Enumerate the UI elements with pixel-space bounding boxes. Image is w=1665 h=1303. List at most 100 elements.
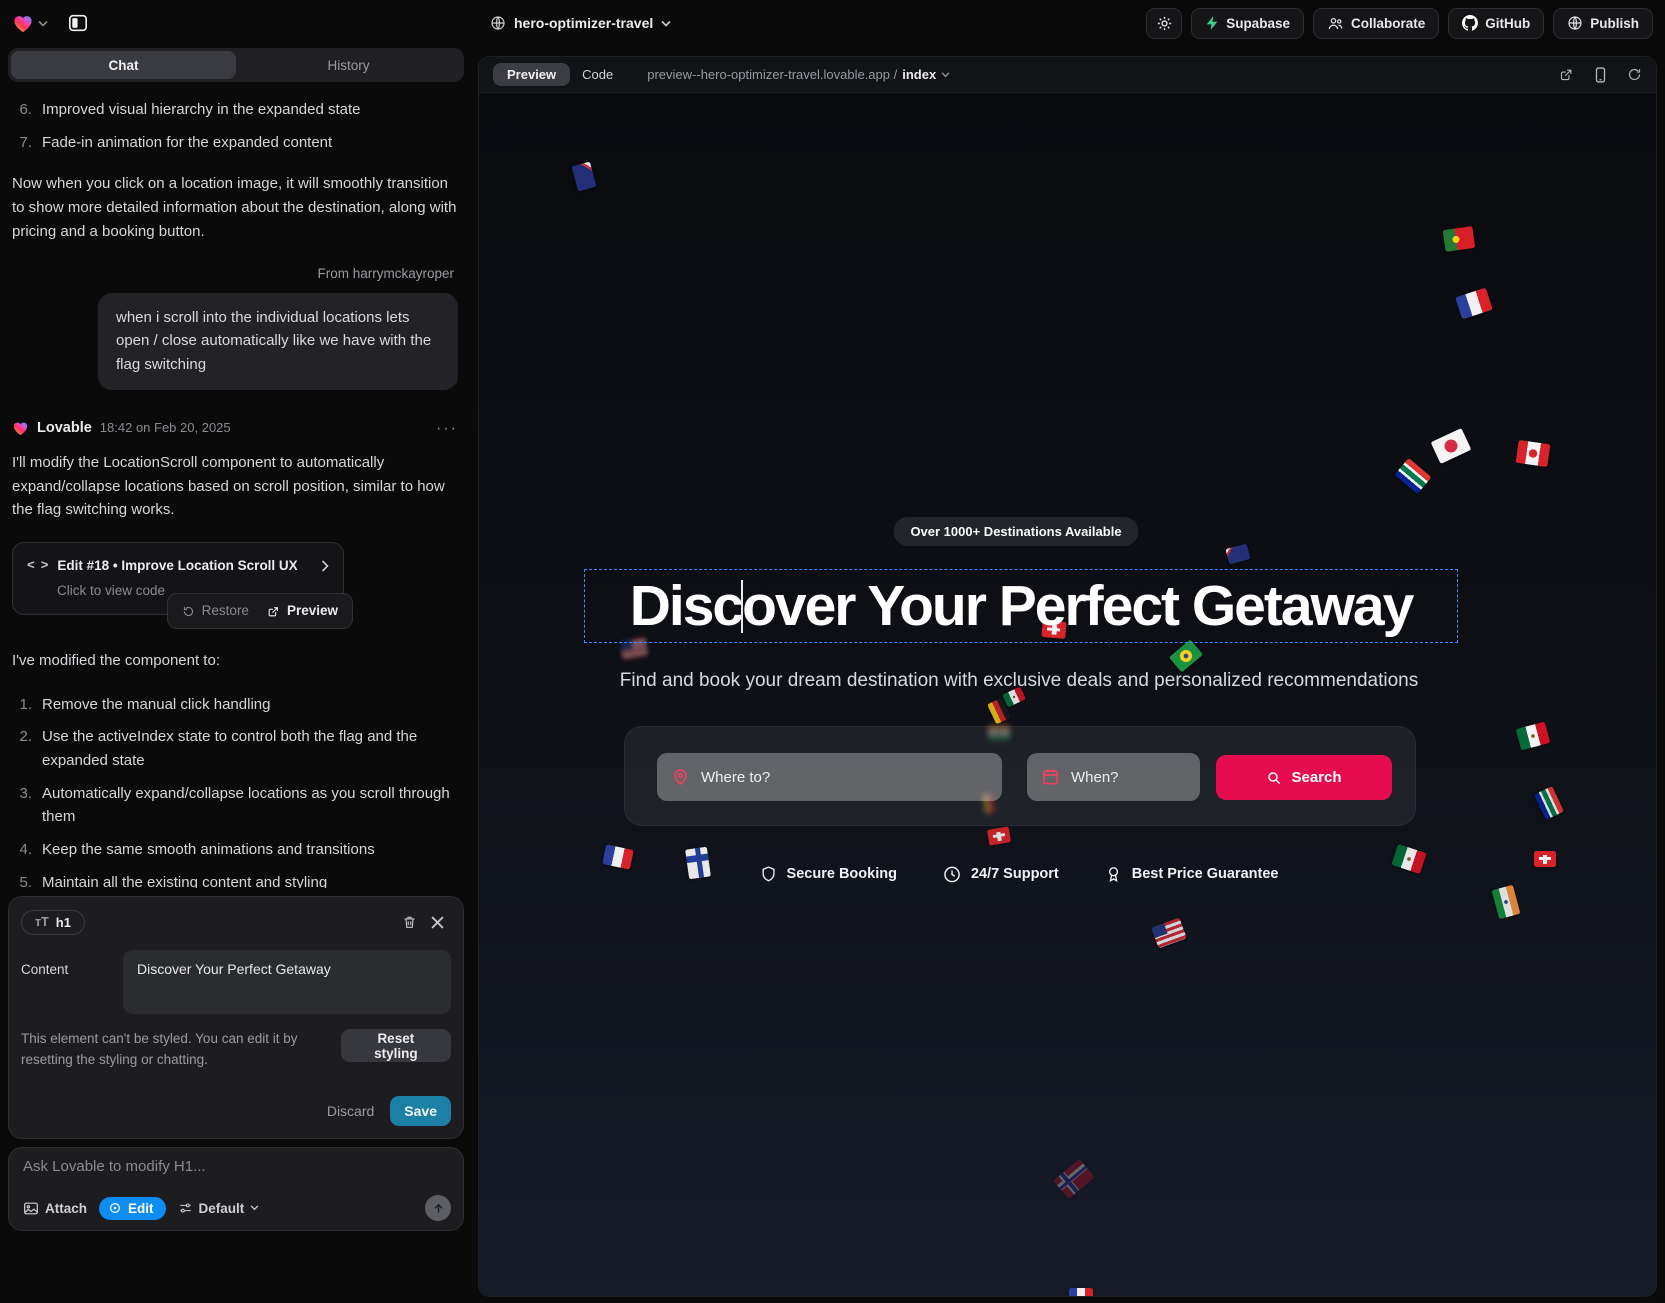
assistant-name: Lovable (37, 417, 92, 440)
close-icon (431, 916, 444, 929)
message-more-button[interactable]: ··· (436, 416, 458, 441)
preview-panel: Preview Code preview--hero-optimizer-tra… (478, 56, 1657, 1297)
text-cursor (741, 580, 743, 633)
list-item: 6. Improved visual hierarchy in the expa… (12, 98, 458, 122)
tab-preview[interactable]: Preview (493, 63, 570, 86)
edit-version-card[interactable]: < > Edit #18 • Improve Location Scroll U… (12, 542, 344, 615)
trash-icon (402, 914, 417, 930)
user-attribution: From harrymckayroper (12, 263, 458, 284)
collaborate-button[interactable]: Collaborate (1313, 8, 1439, 39)
list-number: 2. (12, 725, 32, 772)
send-button[interactable] (425, 1195, 451, 1221)
list-item: 7. Fade-in animation for the expanded co… (12, 131, 458, 155)
message-timestamp: 18:42 on Feb 20, 2025 (100, 418, 231, 439)
search-button[interactable]: Search (1216, 755, 1392, 800)
assistant-paragraph: Now when you click on a location image, … (12, 172, 458, 243)
tab-code[interactable]: Code (582, 67, 613, 82)
reset-styling-button[interactable]: Reset styling (341, 1029, 451, 1062)
discard-button[interactable]: Discard (327, 1103, 374, 1119)
supabase-label: Supabase (1226, 16, 1290, 31)
tab-chat[interactable]: Chat (11, 51, 236, 79)
project-name: hero-optimizer-travel (514, 15, 653, 31)
shield-icon (760, 864, 778, 884)
delete-element-button[interactable] (395, 908, 423, 936)
chat-input[interactable] (23, 1158, 449, 1175)
list-text: Keep the same smooth animations and tran… (42, 838, 375, 862)
chevron-down-icon (941, 72, 950, 78)
content-input[interactable]: Discover Your Perfect Getaway (123, 950, 451, 1014)
globe-icon (490, 15, 506, 31)
sliders-icon (178, 1201, 193, 1215)
edit-mode-label: Edit (128, 1201, 154, 1216)
list-text: Improved visual hierarchy in the expande… (42, 98, 361, 122)
publish-button[interactable]: Publish (1553, 8, 1653, 39)
chat-message-list[interactable]: 6. Improved visual hierarchy in the expa… (8, 82, 464, 888)
list-number: 7. (12, 131, 32, 155)
destinations-badge: Over 1000+ Destinations Available (893, 517, 1138, 546)
save-button[interactable]: Save (390, 1096, 451, 1126)
focus-icon (108, 1201, 122, 1215)
supabase-button[interactable]: Supabase (1191, 8, 1304, 39)
feature-support: 24/7 Support (943, 865, 1059, 884)
default-mode-label: Default (199, 1201, 245, 1216)
selected-element-outline: Discover Your Perfect Getaway (584, 569, 1458, 643)
attach-button[interactable]: Attach (23, 1201, 87, 1216)
preview-version-label: Preview (287, 600, 338, 621)
assistant-header: Lovable 18:42 on Feb 20, 2025 ··· (12, 416, 458, 441)
award-icon (1105, 864, 1123, 884)
sidebar-toggle-button[interactable] (62, 8, 94, 38)
where-input[interactable] (657, 753, 1002, 801)
github-label: GitHub (1485, 16, 1530, 31)
list-item: 2. Use the activeIndex state to control … (12, 725, 458, 772)
styling-note: This element can't be styled. You can ed… (21, 1029, 327, 1071)
preview-toolbar: Preview Code preview--hero-optimizer-tra… (479, 57, 1656, 93)
hero-section: Over 1000+ Destinations Available Discov… (479, 93, 1656, 1296)
list-text: Maintain all the existing content and st… (42, 871, 327, 888)
chevron-right-icon (321, 560, 329, 572)
feature-secure-booking: Secure Booking (760, 864, 897, 884)
calendar-icon (1041, 767, 1060, 786)
github-button[interactable]: GitHub (1448, 8, 1544, 39)
project-selector[interactable]: hero-optimizer-travel (490, 0, 671, 46)
publish-label: Publish (1590, 16, 1639, 31)
preview-version-button[interactable]: Preview (267, 600, 338, 621)
tab-history[interactable]: History (236, 51, 461, 79)
edit-card-title: Edit #18 • Improve Location Scroll UX (57, 555, 297, 576)
preview-viewport[interactable]: Over 1000+ Destinations Available Discov… (479, 93, 1656, 1296)
when-field (1027, 753, 1200, 801)
feature-label: 24/7 Support (971, 866, 1059, 882)
search-bar: Search (624, 726, 1416, 826)
list-text: Use the activeIndex state to control bot… (42, 725, 458, 772)
hero-subtitle: Find and book your dream destination wit… (620, 670, 1418, 692)
user-message-bubble: when i scroll into the individual locati… (98, 293, 458, 390)
close-panel-button[interactable] (423, 908, 451, 936)
list-number: 6. (12, 98, 32, 122)
arrow-up-icon (432, 1202, 445, 1215)
code-icon: < > (27, 556, 47, 577)
chat-sidebar: Chat History 6. Improved visual hierarch… (0, 46, 472, 1303)
element-tag-pill[interactable]: тT h1 (21, 910, 85, 935)
gear-icon (1156, 15, 1173, 32)
preview-url[interactable]: preview--hero-optimizer-travel.lovable.a… (647, 67, 950, 82)
collaborate-label: Collaborate (1351, 16, 1425, 31)
hero-title[interactable]: Discover Your Perfect Getaway (630, 573, 1413, 639)
settings-button[interactable] (1146, 8, 1182, 39)
chevron-down-icon (38, 20, 48, 27)
top-bar: hero-optimizer-travel Supabase (0, 0, 1665, 46)
chevron-down-icon (250, 1205, 259, 1211)
feature-list: Secure Booking 24/7 Support Best Price G… (760, 864, 1279, 884)
edit-mode-button[interactable]: Edit (99, 1197, 166, 1220)
element-editor-panel: тT h1 Content (8, 896, 464, 1139)
default-mode-button[interactable]: Default (178, 1201, 260, 1216)
list-item: 3. Automatically expand/collapse locatio… (12, 782, 458, 829)
chat-input-card: Attach Edit (8, 1147, 464, 1231)
restore-button[interactable]: Restore (182, 600, 249, 621)
mobile-view-button[interactable] (1594, 67, 1607, 83)
open-external-button[interactable] (1559, 67, 1574, 82)
lovable-logo-menu[interactable] (12, 13, 48, 33)
refresh-button[interactable] (1627, 67, 1642, 82)
list-number: 3. (12, 782, 32, 829)
supabase-icon (1205, 15, 1219, 31)
list-number: 1. (12, 693, 32, 717)
image-icon (23, 1201, 39, 1216)
